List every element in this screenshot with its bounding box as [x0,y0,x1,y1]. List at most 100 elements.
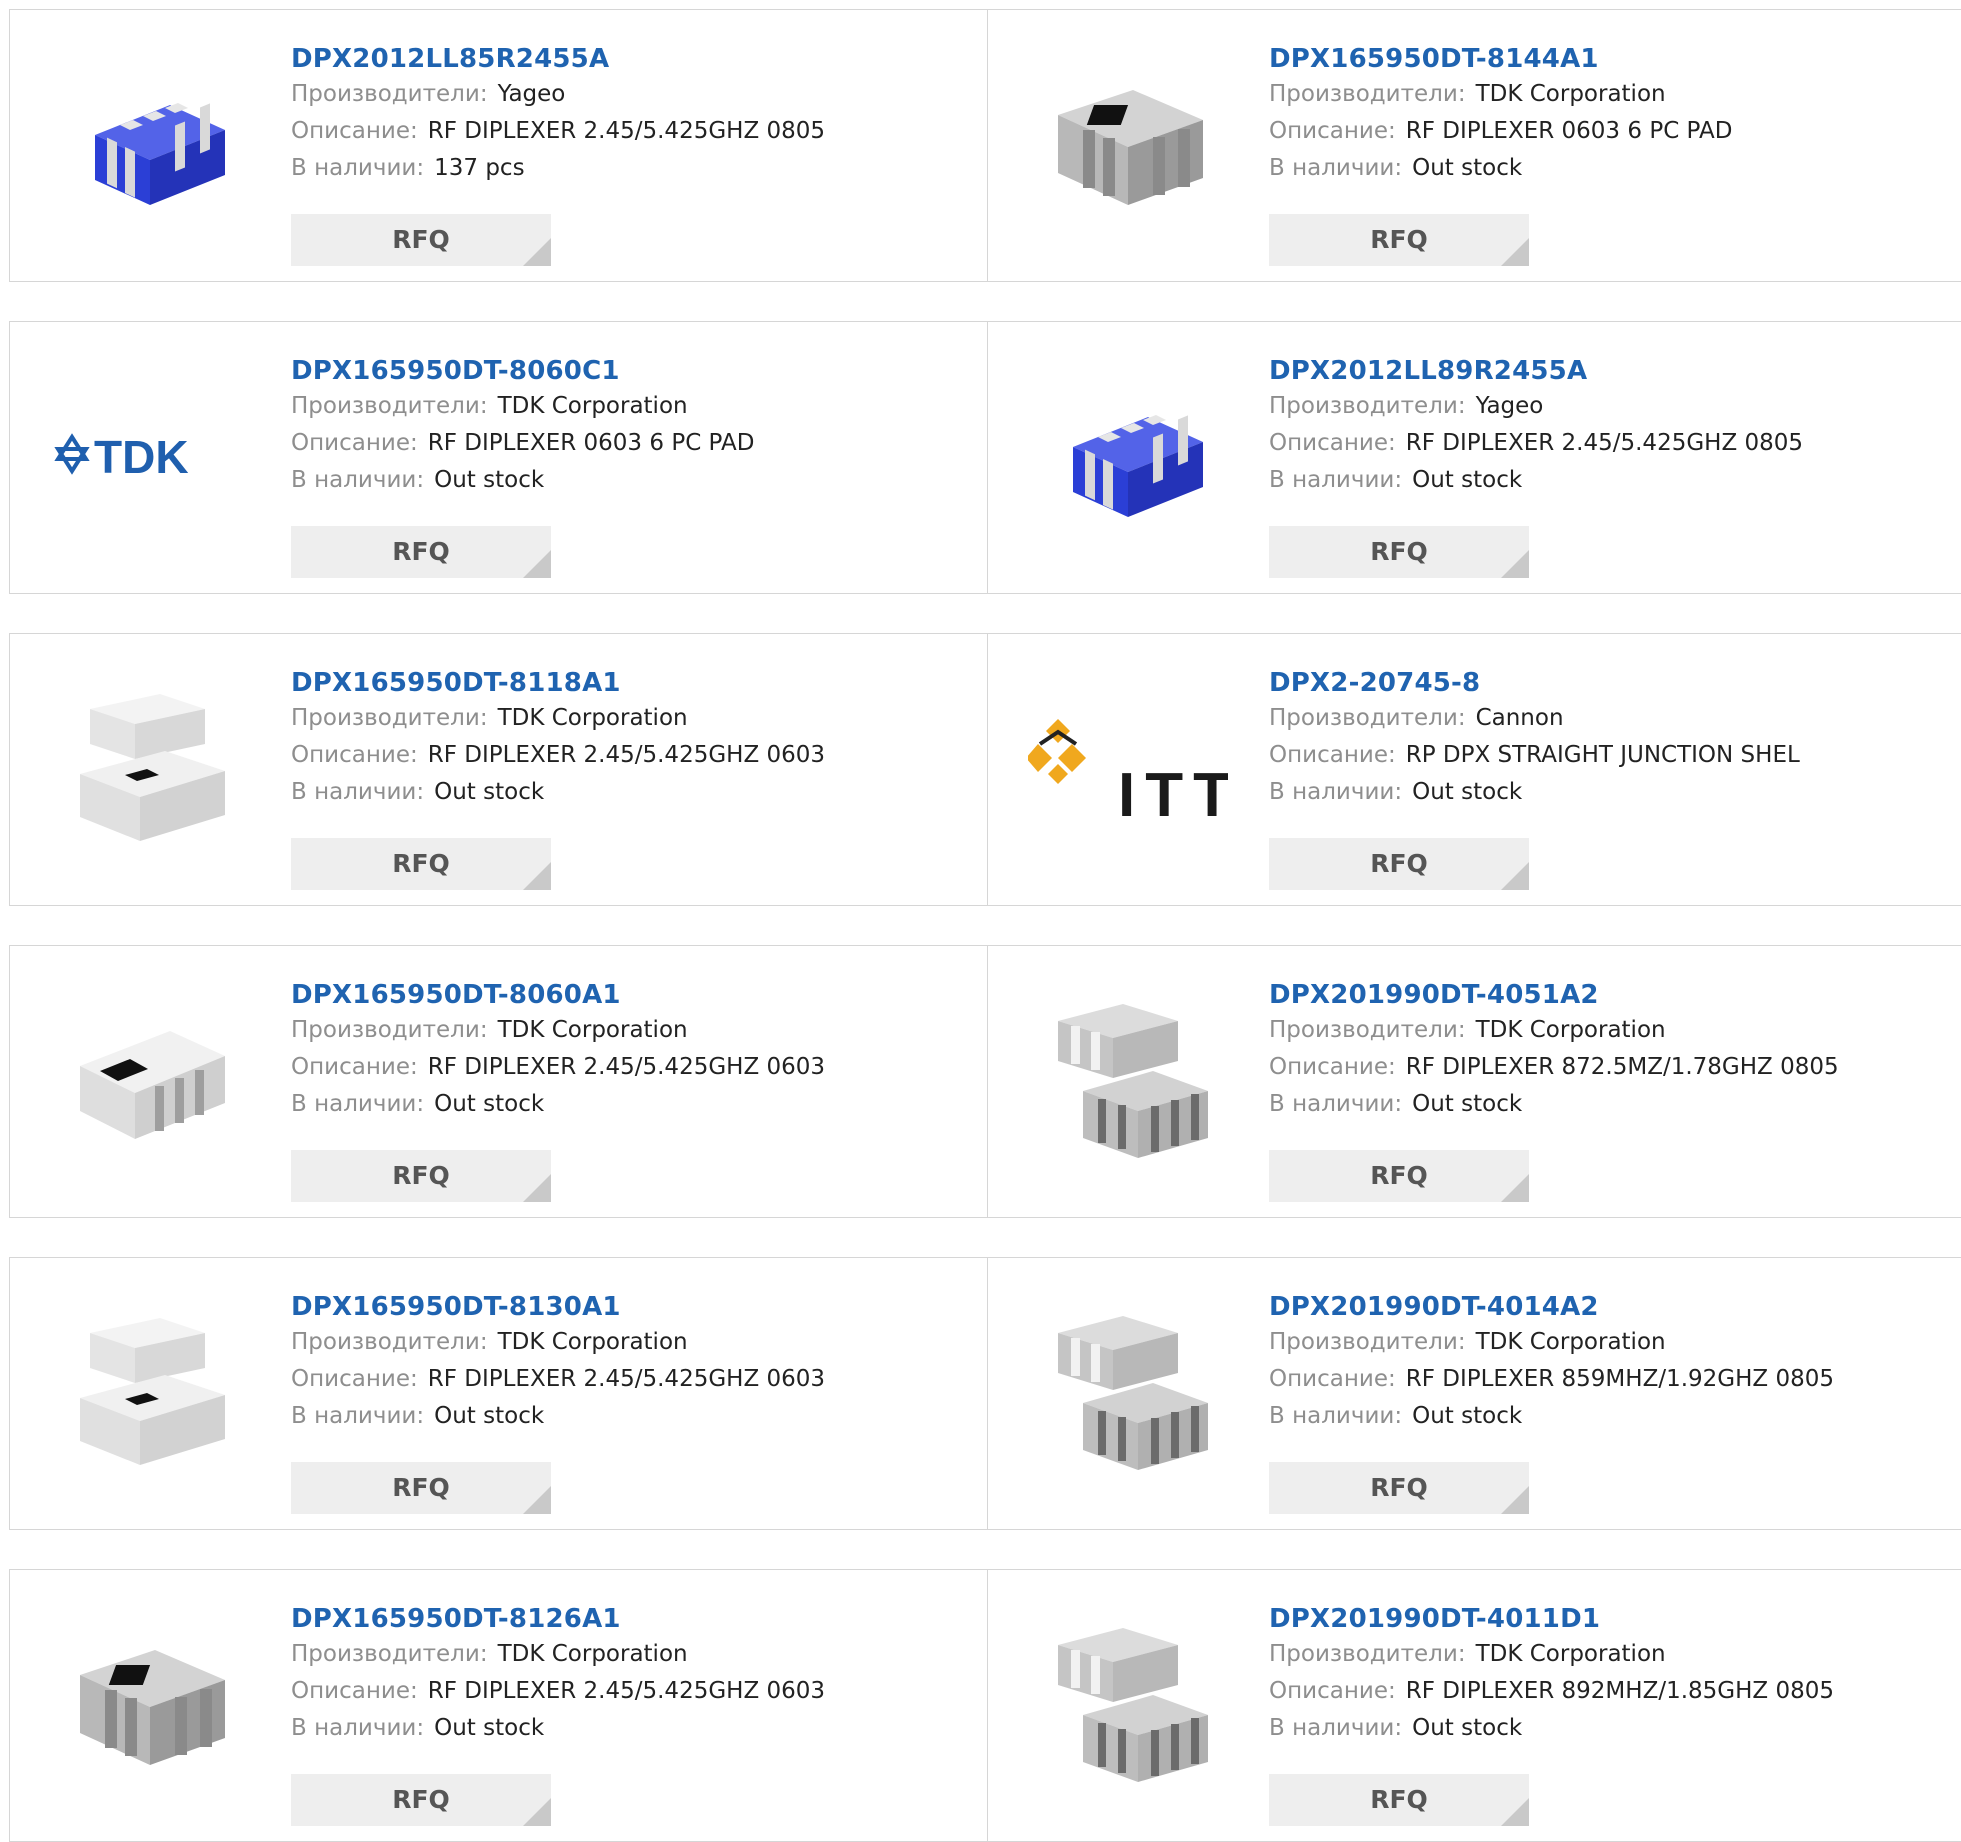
manufacturer-label: Производители: [291,705,488,731]
description-row: Описание: RF DIPLEXER 2.45/5.425GHZ 0805 [291,113,825,150]
description-label: Описание: [1269,742,1396,768]
stock-label: В наличии: [1269,1403,1403,1429]
manufacturer-label: Производители: [1269,81,1466,107]
product-image[interactable] [50,669,250,869]
product-image[interactable] [1028,1605,1228,1805]
description-row: Описание: RF DIPLEXER 0603 6 PC PAD [291,425,754,462]
manufacturer-label: Производители: [1269,1017,1466,1043]
stock-value: Out stock [434,1715,545,1741]
rfq-button[interactable]: RFQ [1269,214,1529,266]
description-label: Описание: [1269,1678,1396,1704]
product-card: ITT DPX2-20745-8 Производители: Cannon Оп… [988,634,1961,905]
product-info: DPX165950DT-8126A1 Производители: TDK Cor… [291,1602,825,1747]
manufacturer-label: Производители: [1269,393,1466,419]
product-info: DPX2-20745-8 Производители: Cannon Описан… [1269,666,1800,811]
description-label: Описание: [291,1678,418,1704]
stock-value: Out stock [434,467,545,493]
product-image[interactable] [50,1293,250,1493]
manufacturer-value: TDK Corporation [1475,1641,1666,1667]
manufacturer-row: Производители: TDK Corporation [291,388,754,425]
rfq-label: RFQ [1370,225,1428,254]
rfq-button[interactable]: RFQ [1269,1774,1529,1826]
product-info: DPX201990DT-4011D1 Производители: TDK Cor… [1269,1602,1834,1747]
manufacturer-label: Производители: [291,1329,488,1355]
description-row: Описание: RF DIPLEXER 0603 6 PC PAD [1269,113,1732,150]
product-info: DPX165950DT-8060A1 Производители: TDK Cor… [291,978,825,1123]
stock-row: В наличии: Out stock [291,1086,825,1123]
stock-row: В наличии: Out stock [291,1398,825,1435]
part-number-link[interactable]: DPX165950DT-8060A1 [291,978,825,1012]
stock-value: Out stock [434,779,545,805]
part-number-link[interactable]: DPX165950DT-8126A1 [291,1602,825,1636]
rfq-button[interactable]: RFQ [291,1150,551,1202]
rfq-button[interactable]: RFQ [291,214,551,266]
rfq-button[interactable]: RFQ [291,526,551,578]
part-number-link[interactable]: DPX165950DT-8144A1 [1269,42,1732,76]
rfq-label: RFQ [392,1473,450,1502]
product-image[interactable] [1028,357,1228,557]
rfq-button[interactable]: RFQ [1269,526,1529,578]
description-value: RF DIPLEXER 0603 6 PC PAD [427,430,755,456]
part-number-link[interactable]: DPX165950DT-8130A1 [291,1290,825,1324]
manufacturer-label: Производители: [1269,705,1466,731]
corner-triangle-icon [523,1798,551,1826]
svg-text:ITT: ITT [1118,761,1228,824]
rfq-button[interactable]: RFQ [291,1774,551,1826]
part-number-link[interactable]: DPX2012LL85R2455A [291,42,825,76]
manufacturer-row: Производители: Yageo [1269,388,1803,425]
rfq-label: RFQ [392,1161,450,1190]
stock-label: В наличии: [1269,1715,1403,1741]
svg-text:TDK: TDK [94,431,189,483]
manufacturer-row: Производители: Yageo [291,76,825,113]
description-label: Описание: [1269,1366,1396,1392]
part-number-link[interactable]: DPX165950DT-8118A1 [291,666,825,700]
product-info: DPX2012LL89R2455A Производители: Yageo Оп… [1269,354,1803,499]
product-info: DPX165950DT-8144A1 Производители: TDK Cor… [1269,42,1732,187]
product-card: DPX2012LL89R2455A Производители: Yageo Оп… [988,322,1961,593]
manufacturer-row: Производители: TDK Corporation [1269,1012,1839,1049]
part-number-link[interactable]: DPX201990DT-4014A2 [1269,1290,1834,1324]
tdk-logo[interactable]: TDK [50,357,250,557]
corner-triangle-icon [1501,1486,1529,1514]
part-number-link[interactable]: DPX201990DT-4011D1 [1269,1602,1834,1636]
product-image[interactable] [1028,45,1228,245]
stock-value: 137 pcs [434,155,525,181]
part-number-link[interactable]: DPX165950DT-8060C1 [291,354,754,388]
description-value: RF DIPLEXER 2.45/5.425GHZ 0603 [427,1054,826,1080]
part-number-link[interactable]: DPX2-20745-8 [1269,666,1800,700]
stock-label: В наличии: [291,1091,425,1117]
stock-row: В наличии: Out stock [1269,462,1803,499]
itt-logo[interactable]: ITT [1028,669,1228,869]
product-image[interactable] [1028,981,1228,1181]
manufacturer-row: Производители: TDK Corporation [1269,1636,1834,1673]
product-image[interactable] [50,981,250,1181]
product-image[interactable] [50,1605,250,1805]
product-row: DPX165950DT-8130A1 Производители: TDK Cor… [9,1257,1961,1530]
description-label: Описание: [291,430,418,456]
product-image[interactable] [1028,1293,1228,1493]
corner-triangle-icon [1501,1174,1529,1202]
rfq-button[interactable]: RFQ [1269,838,1529,890]
rfq-button[interactable]: RFQ [1269,1150,1529,1202]
product-card: TDK DPX165950DT-8060C1 Производители: TDK… [10,322,988,593]
stock-label: В наличии: [1269,467,1403,493]
rfq-button[interactable]: RFQ [1269,1462,1529,1514]
manufacturer-value: Cannon [1475,705,1564,731]
rfq-button[interactable]: RFQ [291,1462,551,1514]
part-number-link[interactable]: DPX201990DT-4051A2 [1269,978,1839,1012]
rfq-label: RFQ [1370,537,1428,566]
rfq-button[interactable]: RFQ [291,838,551,890]
stock-label: В наличии: [1269,155,1403,181]
manufacturer-row: Производители: TDK Corporation [291,1012,825,1049]
manufacturer-label: Производители: [291,1017,488,1043]
part-number-link[interactable]: DPX2012LL89R2455A [1269,354,1803,388]
product-card: DPX165950DT-8130A1 Производители: TDK Cor… [10,1258,988,1529]
corner-triangle-icon [1501,550,1529,578]
product-info: DPX201990DT-4051A2 Производители: TDK Cor… [1269,978,1839,1123]
manufacturer-label: Производители: [1269,1329,1466,1355]
description-label: Описание: [291,1366,418,1392]
product-image[interactable] [50,45,250,245]
description-value: RF DIPLEXER 2.45/5.425GHZ 0805 [1405,430,1804,456]
manufacturer-label: Производители: [291,1641,488,1667]
manufacturer-value: TDK Corporation [497,393,688,419]
